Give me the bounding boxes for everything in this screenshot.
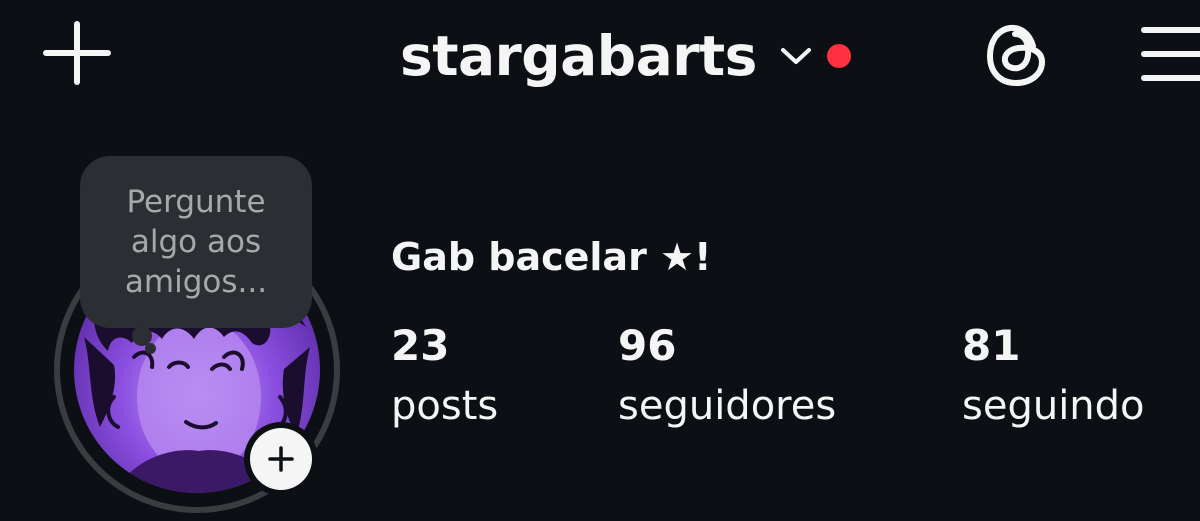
following-count: 81 [962,321,1021,370]
following-label: seguindo [962,383,1145,429]
threads-button[interactable] [983,20,1051,90]
plus-icon [43,21,111,85]
account-switcher[interactable]: stargabarts [400,18,851,94]
followers-stat[interactable]: 96 seguidores [618,318,836,436]
note-bubble[interactable]: Pergunte algo aos amigos... [80,156,312,328]
chevron-down-icon [780,48,811,64]
posts-stat[interactable]: 23 posts [391,318,498,436]
menu-button[interactable] [1138,18,1200,88]
top-bar: stargabarts [0,0,1200,120]
note-bubble-tail-small [145,343,156,354]
hamburger-menu-icon [1141,27,1200,81]
plus-icon [268,446,294,472]
display-name: Gab bacelar ★! [391,235,712,279]
add-story-button[interactable] [244,422,318,496]
note-prompt: Pergunte algo aos amigos... [124,184,268,300]
add-story-badge [250,428,312,490]
followers-count: 96 [618,321,677,370]
username: stargabarts [400,23,757,88]
following-stat[interactable]: 81 seguindo [962,318,1145,436]
followers-label: seguidores [618,383,837,429]
create-button[interactable] [40,20,114,86]
threads-icon [987,24,1045,86]
notification-dot [826,44,851,68]
posts-count: 23 [391,321,450,370]
posts-label: posts [391,383,499,429]
